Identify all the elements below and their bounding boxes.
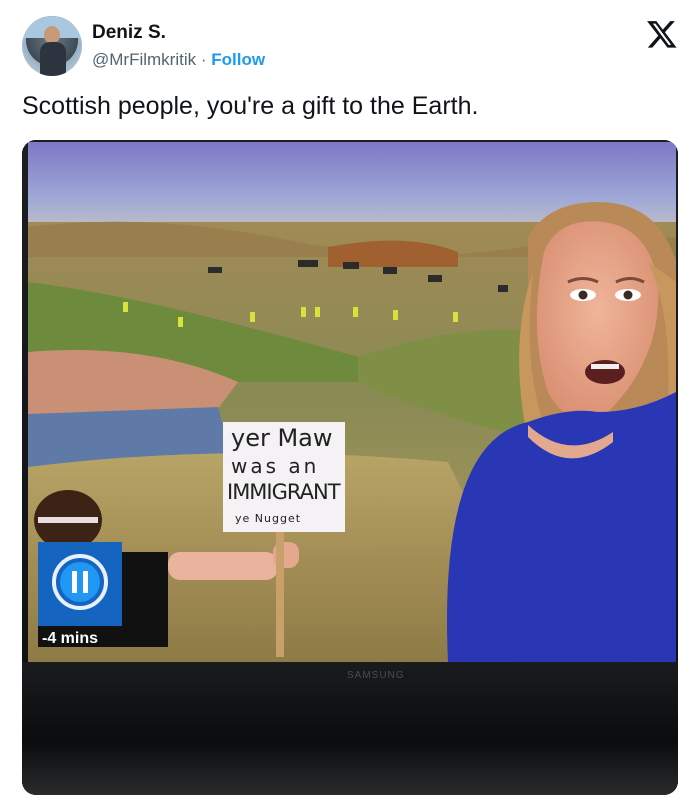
x-logo-icon[interactable] [646,18,678,50]
sign-line-4: ye Nugget [235,512,302,525]
tweet-media[interactable]: yer Maw was an IMMIGRANT ye Nugget -4 mi… [22,140,678,795]
tweet-text: Scottish people, you're a gift to the Ea… [22,92,479,120]
time-remaining: -4 mins [42,630,99,647]
sign-text: yer Maw was an IMMIGRANT ye Nugget [223,422,345,532]
tv-brand: SAMSUNG [347,670,405,681]
follow-button[interactable]: Follow [211,50,265,69]
separator: · [200,50,207,69]
pause-icon[interactable] [46,567,114,607]
avatar-body [40,42,66,76]
tv-bezel [22,662,678,795]
news-scene [28,142,676,662]
display-name[interactable]: Deniz S. [92,22,166,44]
tv-screen: yer Maw was an IMMIGRANT ye Nugget -4 mi… [28,142,676,662]
sign-line-3: IMMIGRANT [227,480,341,504]
sign-line-2: was an [231,454,320,478]
handle-row: @MrFilmkritik · Follow [92,50,265,70]
tweet-header: Deniz S. @MrFilmkritik · Follow [22,16,682,78]
sign-line-1: yer Maw [231,424,333,452]
handle[interactable]: @MrFilmkritik [92,50,196,69]
avatar[interactable] [22,16,82,76]
